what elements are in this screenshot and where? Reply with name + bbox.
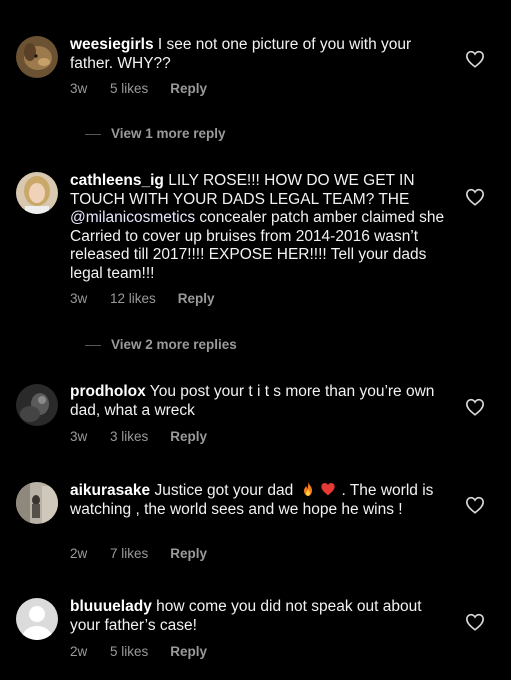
like-heart-icon[interactable] <box>465 188 485 206</box>
comment-username[interactable]: aikurasake <box>70 482 150 499</box>
avatar[interactable] <box>16 482 58 524</box>
comment-username[interactable]: weesiegirls <box>70 36 154 53</box>
avatar-dog-image <box>16 36 58 78</box>
reply-button[interactable]: Reply <box>170 546 207 561</box>
comment-text: cathleens_ig LILY ROSE!!! HOW DO WE GET … <box>70 172 450 283</box>
comment-meta: 3w 12 likes Reply <box>70 291 215 306</box>
divider-line <box>85 344 101 346</box>
view-replies-label: View 1 more reply <box>111 126 226 141</box>
avatar-street-image <box>16 482 58 524</box>
avatar[interactable] <box>16 172 58 214</box>
comment-text: bluuuelady how come you did not speak ou… <box>70 598 450 635</box>
reply-button[interactable]: Reply <box>170 81 207 96</box>
like-heart-icon[interactable] <box>465 496 485 514</box>
comment-message-part-1: Justice got your dad <box>150 482 298 499</box>
comment-username[interactable]: bluuuelady <box>70 598 152 615</box>
avatar-dark-image <box>16 384 58 426</box>
default-avatar-icon <box>16 598 58 640</box>
comment-time: 3w <box>70 429 88 444</box>
comment-meta: 2w 5 likes Reply <box>70 644 207 659</box>
like-heart-icon[interactable] <box>465 613 485 631</box>
reply-button[interactable]: Reply <box>170 644 207 659</box>
comment-text: weesiegirls I see not one picture of you… <box>70 36 450 73</box>
like-heart-icon[interactable] <box>465 50 485 68</box>
comment-likes[interactable]: 5 likes <box>110 81 148 96</box>
view-more-replies-button[interactable]: View 2 more replies <box>85 337 237 352</box>
comment-time: 3w <box>70 291 88 306</box>
like-heart-icon[interactable] <box>465 398 485 416</box>
comment-likes[interactable]: 5 likes <box>110 644 148 659</box>
avatar[interactable] <box>16 36 58 78</box>
view-replies-label: View 2 more replies <box>111 337 237 352</box>
view-more-replies-button[interactable]: View 1 more reply <box>85 126 226 141</box>
mention-link[interactable]: @milanicosmetics <box>70 209 195 226</box>
comment-likes[interactable]: 12 likes <box>110 291 156 306</box>
comment-meta: 3w 3 likes Reply <box>70 429 207 444</box>
reply-button[interactable]: Reply <box>178 291 215 306</box>
fire-emoji-icon <box>300 481 316 497</box>
avatar[interactable] <box>16 384 58 426</box>
avatar[interactable] <box>16 598 58 640</box>
comment-username[interactable]: prodholox <box>70 383 146 400</box>
comment-likes[interactable]: 7 likes <box>110 546 148 561</box>
reply-button[interactable]: Reply <box>170 429 207 444</box>
comment-likes[interactable]: 3 likes <box>110 429 148 444</box>
comment-meta: 2w 7 likes Reply <box>70 546 207 561</box>
comment-text: aikurasake Justice got your dad . The wo… <box>70 481 450 519</box>
comment-time: 3w <box>70 81 88 96</box>
divider-line <box>85 133 101 135</box>
comment-username[interactable]: cathleens_ig <box>70 172 164 189</box>
red-heart-emoji-icon <box>320 481 336 497</box>
comment-time: 2w <box>70 546 88 561</box>
comment-meta: 3w 5 likes Reply <box>70 81 207 96</box>
avatar-woman-image <box>16 172 58 214</box>
comment-text: prodholox You post your t i t s more tha… <box>70 383 450 420</box>
comment-time: 2w <box>70 644 88 659</box>
